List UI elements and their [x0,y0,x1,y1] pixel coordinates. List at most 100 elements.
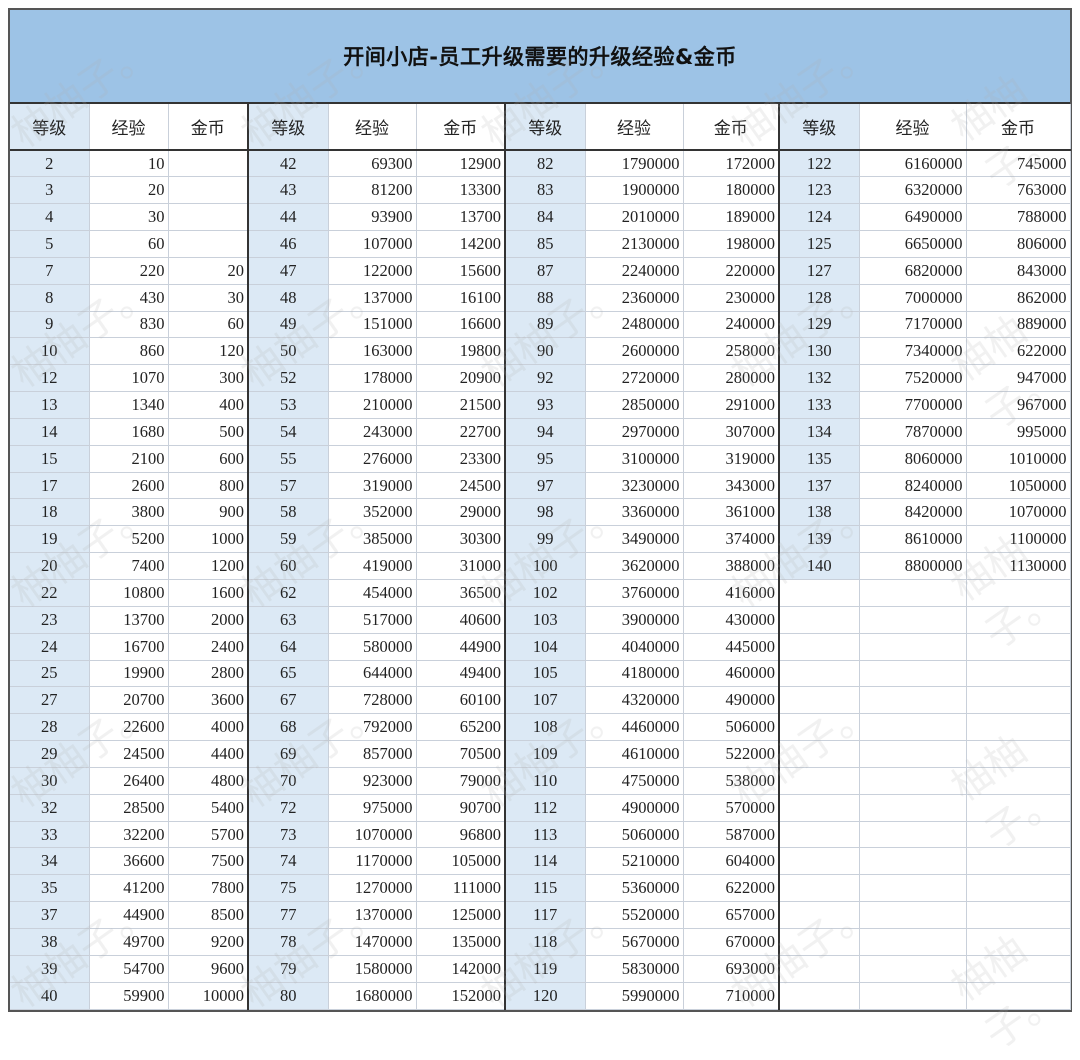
exp-cell[interactable]: 6320000 [859,176,967,205]
empty-cell[interactable] [779,982,860,1010]
level-cell[interactable]: 108 [505,713,586,742]
gold-cell[interactable]: 14200 [416,230,506,258]
exp-cell[interactable]: 4900000 [585,794,684,822]
exp-cell[interactable]: 1370000 [328,901,417,929]
level-cell[interactable]: 13 [10,391,90,419]
level-cell[interactable]: 20 [10,552,90,580]
exp-cell[interactable]: 26400 [89,767,169,795]
empty-cell[interactable] [859,740,967,768]
level-cell[interactable]: 95 [505,445,586,473]
empty-cell[interactable] [859,686,967,715]
level-cell[interactable]: 83 [505,176,586,205]
gold-cell[interactable]: 1200 [168,552,249,580]
level-cell[interactable]: 127 [779,257,860,285]
level-cell[interactable]: 93 [505,391,586,419]
gold-cell[interactable]: 280000 [683,364,780,393]
gold-cell[interactable]: 967000 [966,391,1071,419]
gold-cell[interactable]: 343000 [683,472,780,500]
level-cell[interactable]: 43 [248,176,329,205]
gold-cell[interactable]: 21500 [416,391,506,419]
empty-cell[interactable] [966,660,1071,688]
exp-cell[interactable]: 1340 [89,391,169,419]
empty-cell[interactable] [779,847,860,876]
level-cell[interactable]: 14 [10,418,90,446]
level-cell[interactable]: 29 [10,740,90,768]
empty-cell[interactable] [966,928,1071,956]
empty-cell[interactable] [859,606,967,634]
level-cell[interactable]: 113 [505,821,586,849]
exp-cell[interactable]: 13700 [89,606,169,634]
level-cell[interactable]: 72 [248,794,329,822]
gold-cell[interactable]: 1070000 [966,498,1071,527]
gold-cell[interactable]: 2400 [168,633,249,661]
exp-cell[interactable]: 430 [89,284,169,312]
exp-cell[interactable]: 5520000 [585,901,684,929]
exp-cell[interactable]: 3620000 [585,552,684,580]
level-cell[interactable]: 48 [248,284,329,312]
level-cell[interactable]: 12 [10,364,90,393]
gold-cell[interactable]: 900 [168,498,249,527]
gold-cell[interactable]: 23300 [416,445,506,473]
gold-cell[interactable]: 7800 [168,874,249,903]
exp-cell[interactable]: 5670000 [585,928,684,956]
gold-cell[interactable]: 600 [168,445,249,473]
gold-cell[interactable]: 96800 [416,821,506,849]
exp-cell[interactable]: 93900 [328,203,417,232]
exp-cell[interactable]: 385000 [328,525,417,554]
level-cell[interactable]: 92 [505,364,586,393]
exp-cell[interactable]: 1790000 [585,150,684,178]
exp-cell[interactable]: 137000 [328,284,417,312]
level-cell[interactable]: 84 [505,203,586,232]
gold-cell[interactable]: 670000 [683,928,780,956]
empty-cell[interactable] [966,847,1071,876]
level-cell[interactable]: 8 [10,284,90,312]
gold-cell[interactable]: 2800 [168,660,249,688]
exp-cell[interactable]: 10 [89,150,169,178]
gold-cell[interactable]: 111000 [416,874,506,903]
gold-cell[interactable]: 710000 [683,982,780,1010]
exp-cell[interactable]: 220 [89,257,169,285]
level-cell[interactable]: 5 [10,230,90,258]
gold-cell[interactable]: 388000 [683,552,780,580]
level-cell[interactable]: 30 [10,767,90,795]
exp-cell[interactable]: 5060000 [585,821,684,849]
gold-cell[interactable]: 142000 [416,955,506,983]
exp-cell[interactable]: 2850000 [585,391,684,419]
level-cell[interactable]: 87 [505,257,586,285]
exp-cell[interactable]: 319000 [328,472,417,500]
gold-cell[interactable]: 258000 [683,337,780,366]
exp-cell[interactable]: 7000000 [859,284,967,312]
empty-cell[interactable] [966,740,1071,768]
exp-cell[interactable]: 8060000 [859,445,967,473]
gold-cell[interactable]: 4800 [168,767,249,795]
gold-cell[interactable]: 622000 [683,874,780,903]
gold-cell[interactable]: 15600 [416,257,506,285]
empty-cell[interactable] [779,901,860,929]
level-cell[interactable]: 139 [779,525,860,554]
gold-cell[interactable]: 788000 [966,203,1071,232]
exp-cell[interactable]: 4610000 [585,740,684,768]
exp-cell[interactable]: 59900 [89,982,169,1010]
gold-cell[interactable]: 24500 [416,472,506,500]
exp-cell[interactable]: 2480000 [585,311,684,339]
empty-cell[interactable] [779,767,860,795]
exp-cell[interactable]: 5200 [89,525,169,554]
level-cell[interactable]: 68 [248,713,329,742]
gold-cell[interactable]: 2000 [168,606,249,634]
gold-cell[interactable]: 416000 [683,579,780,607]
level-cell[interactable]: 77 [248,901,329,929]
exp-cell[interactable]: 81200 [328,176,417,205]
gold-cell[interactable]: 763000 [966,176,1071,205]
exp-cell[interactable]: 2720000 [585,364,684,393]
empty-cell[interactable] [859,821,967,849]
gold-cell[interactable]: 7500 [168,847,249,876]
gold-cell[interactable]: 1050000 [966,472,1071,500]
level-cell[interactable]: 129 [779,311,860,339]
gold-cell[interactable]: 120 [168,337,249,366]
gold-cell[interactable]: 745000 [966,150,1071,178]
gold-cell[interactable]: 198000 [683,230,780,258]
gold-cell[interactable]: 189000 [683,203,780,232]
exp-cell[interactable]: 728000 [328,686,417,715]
exp-cell[interactable]: 1070 [89,364,169,393]
exp-cell[interactable]: 41200 [89,874,169,903]
